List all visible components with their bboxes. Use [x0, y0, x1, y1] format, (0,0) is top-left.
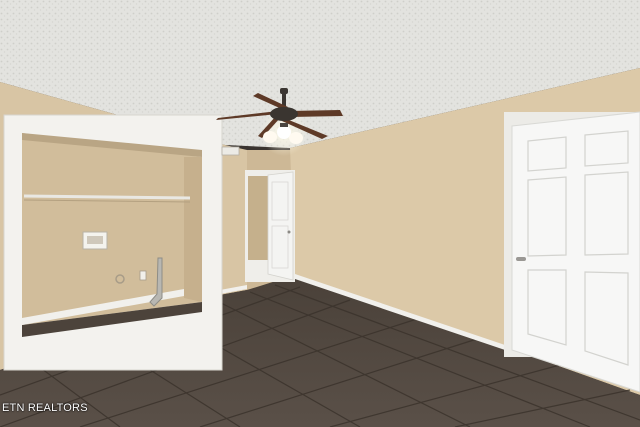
room-photo: ETN REALTORS [0, 0, 640, 427]
door-knob [516, 257, 526, 261]
closet-shelf-rod [23, 194, 191, 200]
outlet [139, 270, 147, 281]
right-door [511, 111, 640, 393]
ac-vent [221, 146, 240, 156]
watermark: ETN REALTORS [2, 402, 88, 414]
closet-side-wall [184, 157, 202, 302]
room-scene [0, 0, 640, 427]
